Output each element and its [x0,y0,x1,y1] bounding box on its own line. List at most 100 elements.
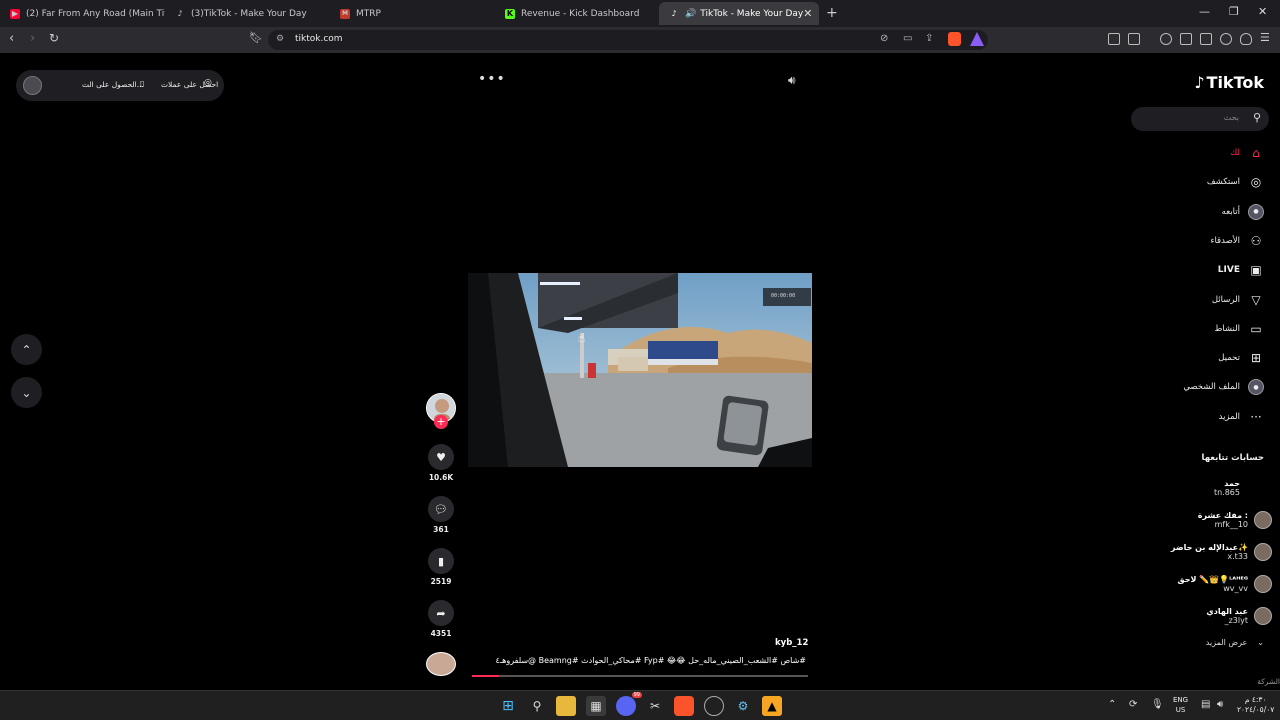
speaker-icon[interactable]: 🔊︎ [1217,699,1223,710]
sidebar-item-friends[interactable]: الأصدقاء ⚇ [1210,230,1264,252]
sidebar-item-more[interactable]: المزيد ··· [1219,406,1264,428]
reload-icon[interactable]: ↻ [49,31,59,45]
translate-off-icon[interactable]: ⊘ [880,33,888,44]
clock[interactable]: ٤:٣٠ م ٢٠٢٤/٠٥/٠٧ [1237,695,1274,715]
close-tab-icon[interactable]: ✕ [803,7,812,20]
comment-action[interactable]: 💬︎ 361 [426,496,456,534]
volume-icon[interactable]: 🔊︎ [788,73,796,88]
search-icon[interactable]: ⚲ [527,696,547,716]
following-avatar-icon: ● [1248,203,1264,220]
sidebar-item-upload[interactable]: تحميل ⊞ [1218,347,1264,369]
obs-icon[interactable] [704,696,724,716]
tiktok-logo[interactable]: ♪ TikTok [1194,73,1264,92]
author-name[interactable]: kyb_12 [775,638,808,648]
cast-icon[interactable]: ▭ [903,33,912,44]
extensions-icon[interactable] [1108,33,1120,45]
share-icon[interactable]: ⇪ [925,33,933,44]
account-handle: _z3lyt [1224,616,1248,625]
file-explorer-icon[interactable] [556,696,576,716]
share-action[interactable]: ➦ 4351 [426,600,456,638]
heart-icon[interactable]: ♥ [428,444,454,470]
media-icon[interactable] [1160,33,1172,45]
discord-icon[interactable]: 99 [616,692,642,716]
sidebar-item-explore[interactable]: استكشف ◎ [1207,171,1264,193]
restore-button[interactable]: ❐ [1229,5,1239,18]
following-account[interactable]: حمد tn.865 [1214,476,1272,500]
forward-icon[interactable]: › [30,31,35,46]
sync-icon[interactable]: ⟳ [1129,699,1137,710]
avatar [1254,607,1272,625]
store-icon[interactable]: ▦ [586,696,606,716]
like-count: 10.6K [428,473,454,482]
close-window-button[interactable]: ✕ [1258,5,1267,18]
following-account[interactable]: لاحق ✏️👑💡ᴸᴬᴴᴱᴳ wv_vv [1177,572,1272,596]
search-icon[interactable]: ⚲ [1253,111,1261,124]
input-language[interactable]: ENG US [1173,695,1188,715]
capcut-icon[interactable]: ✂ [645,696,665,716]
video-frame[interactable]: 00:00:00 ☝ [468,273,812,467]
tab-title: MTRP [356,8,381,19]
friends-icon: ⚇ [1250,233,1262,248]
sidebar-item-home[interactable]: لك ⌂ [1230,142,1264,164]
site-info-icon[interactable]: ⚙ [276,34,284,44]
back-icon[interactable]: ‹ [9,31,14,46]
sidebar-item-label: الرسائل [1211,294,1240,305]
youtube-icon: ▶ [10,8,20,19]
new-tab-button[interactable]: + [826,5,838,21]
brave-rewards-icon[interactable] [970,32,984,46]
more-options-icon[interactable]: ••• [478,71,506,87]
menu-icon[interactable]: ☰ [1260,31,1270,44]
brave-shields-icon[interactable] [948,32,961,46]
account-names: لاحق ✏️👑💡ᴸᴬᴴᴱᴳ wv_vv [1177,575,1248,593]
save-action[interactable]: ▮ 2519 [426,548,456,586]
following-title: حسابات تتابعها [1201,453,1265,463]
microphone-icon[interactable]: 🎙︎ [1151,699,1164,710]
get-app-button[interactable]: الحصول على الت... [82,80,144,89]
tab-youtube[interactable]: ▶ (2) Far From Any Road (Main Title Th [0,2,165,25]
tab-mtrp[interactable]: M MTRP [330,2,495,25]
address-bar[interactable]: ⚙ tiktok.com ⊘ ▭ ⇪ [268,30,988,50]
following-account[interactable]: عبدالإله بن حاضر✨ x.t33 [1171,540,1272,564]
steam-icon[interactable]: ⚙ [733,696,753,716]
sidebar-item-profile[interactable]: الملف الشخصي ● [1183,376,1264,398]
windows-start-icon[interactable]: ⊞ [498,696,518,716]
sidebar-item-messages[interactable]: الرسائل ▽ [1212,289,1264,311]
sidebar-toggle-icon[interactable] [1180,33,1192,45]
minimize-button[interactable]: — [1199,5,1210,18]
bookmark-icon[interactable]: ▮ [428,548,454,574]
tab-title: Revenue - Kick Dashboard [521,8,640,19]
avatar[interactable] [23,76,42,95]
company-link[interactable]: الشركة [1257,677,1280,686]
brave-icon[interactable] [674,696,694,716]
vpn-icon[interactable] [1220,33,1232,45]
sidebar-item-following[interactable]: أتابعه ● [1222,201,1264,223]
tab-tiktok-active[interactable]: ♪ 🔊 TikTok - Make Your Day ✕ [659,2,819,25]
screenshot-icon[interactable] [1128,33,1140,45]
like-action[interactable]: ♥ 10.6K [426,444,456,482]
following-account[interactable]: عبد الهادي _z3lyt [1206,604,1272,628]
follow-plus-button[interactable]: + [434,415,448,429]
next-creator-avatar[interactable] [426,652,456,676]
app-icon[interactable]: ▲ [762,696,782,716]
tray-chevron-icon[interactable]: ⌃ [1108,699,1116,710]
search-input[interactable]: بحث ⚲ [1131,107,1269,131]
tab-kick[interactable]: K Revenue - Kick Dashboard [495,2,660,25]
previous-video-button[interactable]: ⌃ [11,334,42,365]
profile-icon: ● [1248,379,1264,396]
comment-icon[interactable]: 💬︎ [428,496,454,522]
see-more-button[interactable]: عرض المزيد ⌄ [1206,638,1264,647]
upload-icon: ⊞ [1250,351,1262,366]
tab-tiktok-1[interactable]: ♪ (3)TikTok - Make Your Day [165,2,330,25]
account-names: عبد الهادي _z3lyt [1206,607,1248,625]
following-account[interactable]: مفك عشرة : mfk__10 [1198,508,1272,532]
sidebar-item-label: الأصدقاء [1210,235,1240,246]
next-video-button[interactable]: ⌄ [11,377,42,408]
network-icon[interactable]: ▤ [1201,699,1210,710]
shield-icon[interactable] [1240,33,1252,45]
sidebar-item-live[interactable]: LIVE ▣ [1218,259,1264,281]
video-progress-bar[interactable] [472,675,808,677]
bookmark-icon[interactable]: 🔖︎ [249,31,263,44]
share-icon[interactable]: ➦ [428,600,454,626]
sidebar-item-activity[interactable]: النشاط ▭ [1214,318,1264,340]
wallet-icon[interactable] [1200,33,1212,45]
